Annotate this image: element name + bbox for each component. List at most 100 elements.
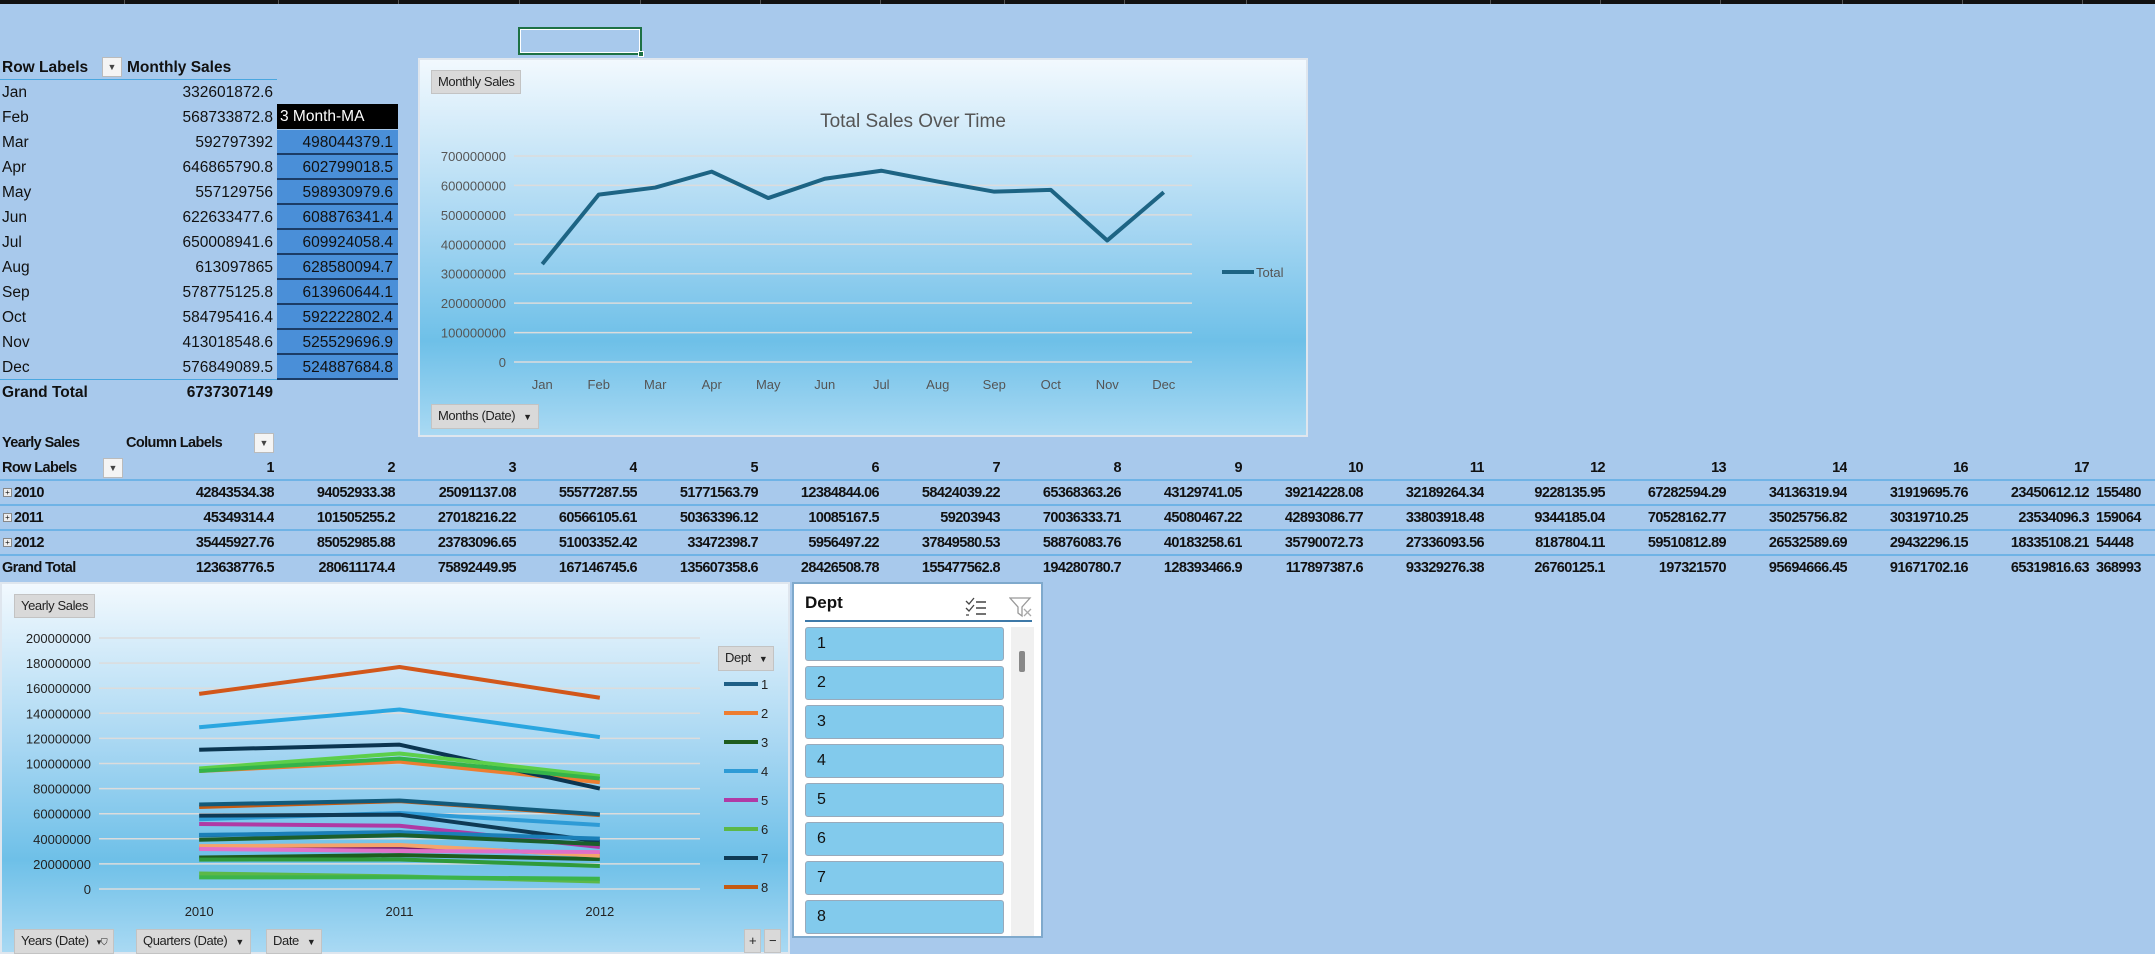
legend-entry[interactable]: 2 <box>761 706 768 721</box>
fill-handle[interactable] <box>638 51 644 57</box>
axis-field-button[interactable]: Years (Date) ▾⛉ <box>14 929 115 954</box>
y-tick-label: 40000000 <box>33 832 91 847</box>
sales-cell: 65368363.26 <box>1042 485 1121 501</box>
sales-cell: 25091137.08 <box>438 485 516 501</box>
month-label: May <box>2 184 32 201</box>
column-header: 5 <box>750 460 758 476</box>
series-line-16[interactable] <box>199 846 600 855</box>
moving-average-cell[interactable]: 498044379.1 <box>277 130 398 155</box>
axis-field-button[interactable]: Date ▼ <box>266 929 323 954</box>
row-labels-header: Row Labels <box>2 460 77 476</box>
grand-total-value: 6737307149 <box>186 384 273 401</box>
row-labels-filter-icon[interactable]: ▼ <box>103 458 123 478</box>
slicer-item[interactable]: 1 <box>805 627 1004 661</box>
x-tick-label: 2012 <box>585 904 614 919</box>
total-sales-chart[interactable]: Monthly Sales Total Sales Over Time 0 1000… <box>418 58 1308 437</box>
moving-average-cell[interactable]: 628580094.7 <box>277 255 398 280</box>
scrollbar-thumb[interactable] <box>1019 651 1025 672</box>
column-separator <box>2082 0 2083 4</box>
legend-entry[interactable]: 3 <box>761 735 768 750</box>
ma-header[interactable]: 3 Month-MA <box>277 104 398 129</box>
x-tick-label: May <box>756 377 781 392</box>
moving-average-cell[interactable]: 598930979.6 <box>277 180 398 205</box>
multi-select-icon[interactable] <box>965 597 987 617</box>
column-labels-header: Column Labels <box>126 435 223 451</box>
column-header: 1 <box>266 460 274 476</box>
x-tick-label: 2011 <box>386 904 414 919</box>
expand-icon[interactable]: + <box>3 538 12 547</box>
moving-average-cell[interactable]: 608876341.4 <box>277 205 398 230</box>
expand-field-button[interactable]: + <box>744 929 762 953</box>
dropdown-arrow-icon: ▼ <box>523 412 532 422</box>
legend-entry[interactable]: 4 <box>761 764 768 779</box>
monthly-sales-value: 650008941.6 <box>182 234 273 251</box>
moving-average-cell[interactable]: 524887684.8 <box>277 355 398 380</box>
months-date-field-button[interactable]: Months (Date) ▼ <box>431 404 539 429</box>
legend-label: Total <box>1256 265 1284 280</box>
sales-cell: 23783096.65 <box>437 535 516 551</box>
column-header: 11 <box>1469 460 1484 476</box>
legend-entry[interactable]: 5 <box>761 793 768 808</box>
axis-field-button[interactable]: Quarters (Date) ▼ <box>136 929 251 954</box>
moving-average-cell[interactable]: 609924058.4 <box>277 230 398 255</box>
expand-icon[interactable]: + <box>3 513 12 522</box>
yearly-sales-header: Yearly Sales <box>2 435 80 451</box>
month-label: Mar <box>2 134 29 151</box>
slicer-item[interactable]: 8 <box>805 900 1004 934</box>
slicer-item[interactable]: 7 <box>805 861 1004 895</box>
grand-total-cell: 280611174.4 <box>318 560 395 576</box>
legend-entry[interactable]: 6 <box>761 822 768 837</box>
dept-slicer[interactable]: Dept 1 2 3 4 5 6 7 8 <box>792 582 1043 938</box>
column-header: 6 <box>871 460 879 476</box>
y-tick-label: 200000000 <box>441 296 506 311</box>
y-tick-label: 160000000 <box>26 681 91 696</box>
monthly-sales-value: 622633477.6 <box>182 209 273 226</box>
moving-average-cell[interactable]: 592222802.4 <box>277 305 398 330</box>
y-tick-label: 20000000 <box>33 857 91 872</box>
grand-total-cell: 117897387.6 <box>1285 560 1363 576</box>
dropdown-arrow-icon: ▼ <box>758 654 768 664</box>
y-tick-label: 100000000 <box>26 757 91 772</box>
dept-legend-button[interactable]: Dept ▼ <box>718 646 775 671</box>
slicer-item[interactable]: 6 <box>805 822 1004 856</box>
legend-entry[interactable]: 7 <box>761 851 768 866</box>
y-tick-label: 60000000 <box>33 807 91 822</box>
collapse-field-button[interactable]: − <box>764 929 782 953</box>
selected-cell[interactable] <box>518 27 644 57</box>
row-labels-filter-button[interactable]: ▼ <box>102 57 122 77</box>
sales-cell: 40183258.61 <box>1163 535 1242 551</box>
slicer-item[interactable]: 4 <box>805 744 1004 778</box>
legend-entry[interactable]: 8 <box>761 880 768 895</box>
moving-average-cell[interactable]: 613960644.1 <box>277 280 398 305</box>
column-header-bar <box>0 0 2155 4</box>
slicer-item[interactable]: 5 <box>805 783 1004 817</box>
slicer-item[interactable]: 2 <box>805 666 1004 700</box>
monthly-sales-value: 576849089.5 <box>182 359 273 376</box>
moving-average-cell[interactable]: 602799018.5 <box>277 155 398 180</box>
grand-total-cell: 368993 <box>2096 560 2141 576</box>
slicer-header-divider <box>805 620 1032 622</box>
grand-total-cell: 194280780.7 <box>1042 560 1121 576</box>
slicer-scrollbar[interactable] <box>1011 627 1034 936</box>
series-line-38[interactable] <box>198 664 601 700</box>
x-tick-label: Feb <box>588 377 610 392</box>
legend-entry[interactable]: 1 <box>761 677 768 692</box>
series-line-17[interactable] <box>199 857 600 868</box>
column-separator <box>1600 0 1601 4</box>
year-label: 2012 <box>14 535 44 551</box>
moving-average-cell[interactable]: 525529696.9 <box>277 330 398 355</box>
sales-cell: 5956497.22 <box>808 535 879 551</box>
expand-icon[interactable]: + <box>3 488 12 497</box>
column-separator <box>1842 0 1843 4</box>
series-line-12[interactable] <box>199 875 600 881</box>
filter-icon: ▾⛉ <box>96 937 108 947</box>
grand-total-cell: 95694666.45 <box>1768 560 1847 576</box>
grand-total-cell: 91671702.16 <box>1889 560 1968 576</box>
x-tick-label: Aug <box>926 377 949 392</box>
clear-filter-icon[interactable] <box>1009 596 1033 618</box>
yearly-sales-chart[interactable]: Yearly Sales 0 20000000 40000000 60000000 80… <box>0 582 790 954</box>
column-labels-filter-button[interactable]: ▼ <box>254 433 274 453</box>
x-tick-label: 2010 <box>185 904 214 919</box>
slicer-item[interactable]: 3 <box>805 705 1004 739</box>
grand-total-cell: 128393466.9 <box>1163 560 1242 576</box>
